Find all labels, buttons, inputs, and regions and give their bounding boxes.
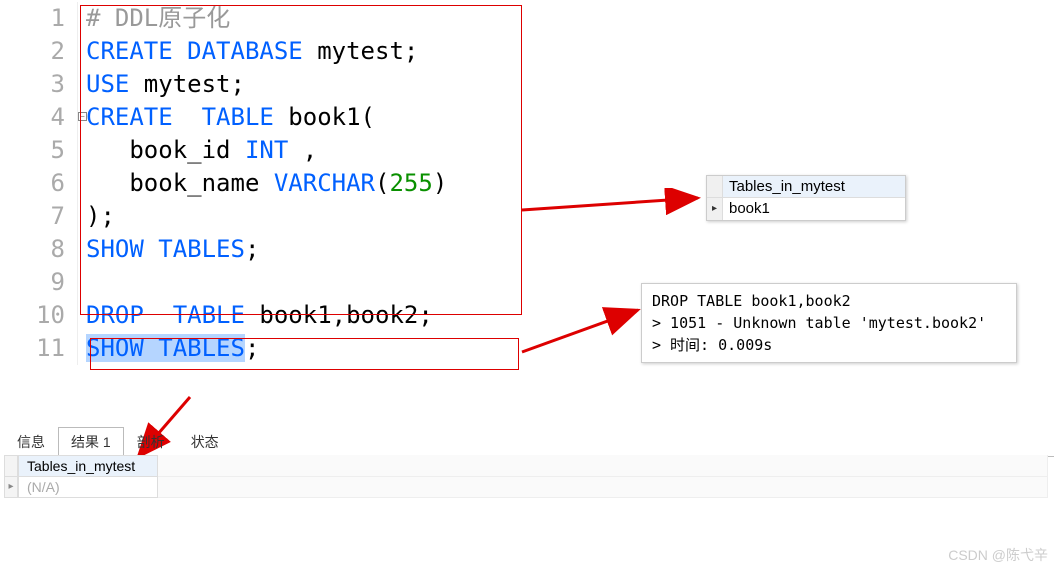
- msg-line: > 1051 - Unknown table 'mytest.book2': [652, 312, 1006, 334]
- msg-line: > 时间: 0.009s: [652, 334, 1006, 356]
- fold-minus-icon[interactable]: −: [78, 112, 87, 121]
- grid-cell[interactable]: (N/A): [18, 477, 158, 498]
- line-number: 7: [2, 200, 65, 233]
- result-grid[interactable]: Tables_in_mytest ▸ (N/A): [4, 455, 1048, 498]
- line-number: 8: [2, 233, 65, 266]
- code-line[interactable]: SHOW TABLES;: [86, 233, 447, 266]
- result-header: Tables_in_mytest: [723, 176, 905, 197]
- tab-profile[interactable]: 剖析: [124, 427, 178, 456]
- code-editor[interactable]: 1234567891011 # DDL原子化CREATE DATABASE my…: [2, 2, 447, 365]
- line-number: 6: [2, 167, 65, 200]
- code-line[interactable]: CREATE DATABASE mytest;: [86, 35, 447, 68]
- line-number: 10: [2, 299, 65, 332]
- code-line[interactable]: book_id INT ,: [86, 134, 447, 167]
- result-tabs: 信息 结果 1 剖析 状态: [4, 426, 1054, 457]
- watermark: CSDN @陈弋辛: [948, 545, 1048, 565]
- code-line[interactable]: SHOW TABLES;: [86, 332, 447, 365]
- result-cell: book1: [723, 198, 905, 220]
- row-marker-icon: ▸: [707, 198, 723, 220]
- tab-result-1[interactable]: 结果 1: [58, 427, 124, 457]
- line-number: 4: [2, 101, 65, 134]
- code-line[interactable]: DROP TABLE book1,book2;: [86, 299, 447, 332]
- code-line[interactable]: [86, 266, 447, 299]
- grid-header[interactable]: Tables_in_mytest: [18, 455, 158, 477]
- message-popup: DROP TABLE book1,book2 > 1051 - Unknown …: [641, 283, 1017, 363]
- msg-line: DROP TABLE book1,book2: [652, 290, 1006, 312]
- code-line[interactable]: CREATE TABLE book1(: [86, 101, 447, 134]
- line-gutter: 1234567891011: [2, 2, 78, 365]
- result-popup-tables: Tables_in_mytest ▸ book1: [706, 175, 906, 221]
- line-number: 11: [2, 332, 65, 365]
- arrow-icon: [520, 188, 710, 228]
- row-marker-icon: ▸: [4, 477, 18, 498]
- code-line[interactable]: # DDL原子化: [86, 2, 447, 35]
- line-number: 1: [2, 2, 65, 35]
- code-line[interactable]: book_name VARCHAR(255): [86, 167, 447, 200]
- line-number: 3: [2, 68, 65, 101]
- code-line[interactable]: );: [86, 200, 447, 233]
- arrow-icon: [520, 300, 650, 360]
- tab-status[interactable]: 状态: [178, 427, 232, 456]
- grid-corner: [4, 455, 18, 477]
- line-number: 5: [2, 134, 65, 167]
- line-number: 2: [2, 35, 65, 68]
- code-line[interactable]: USE mytest;: [86, 68, 447, 101]
- line-number: 9: [2, 266, 65, 299]
- tab-info[interactable]: 信息: [4, 427, 58, 456]
- code-area[interactable]: # DDL原子化CREATE DATABASE mytest;USE mytes…: [78, 2, 447, 365]
